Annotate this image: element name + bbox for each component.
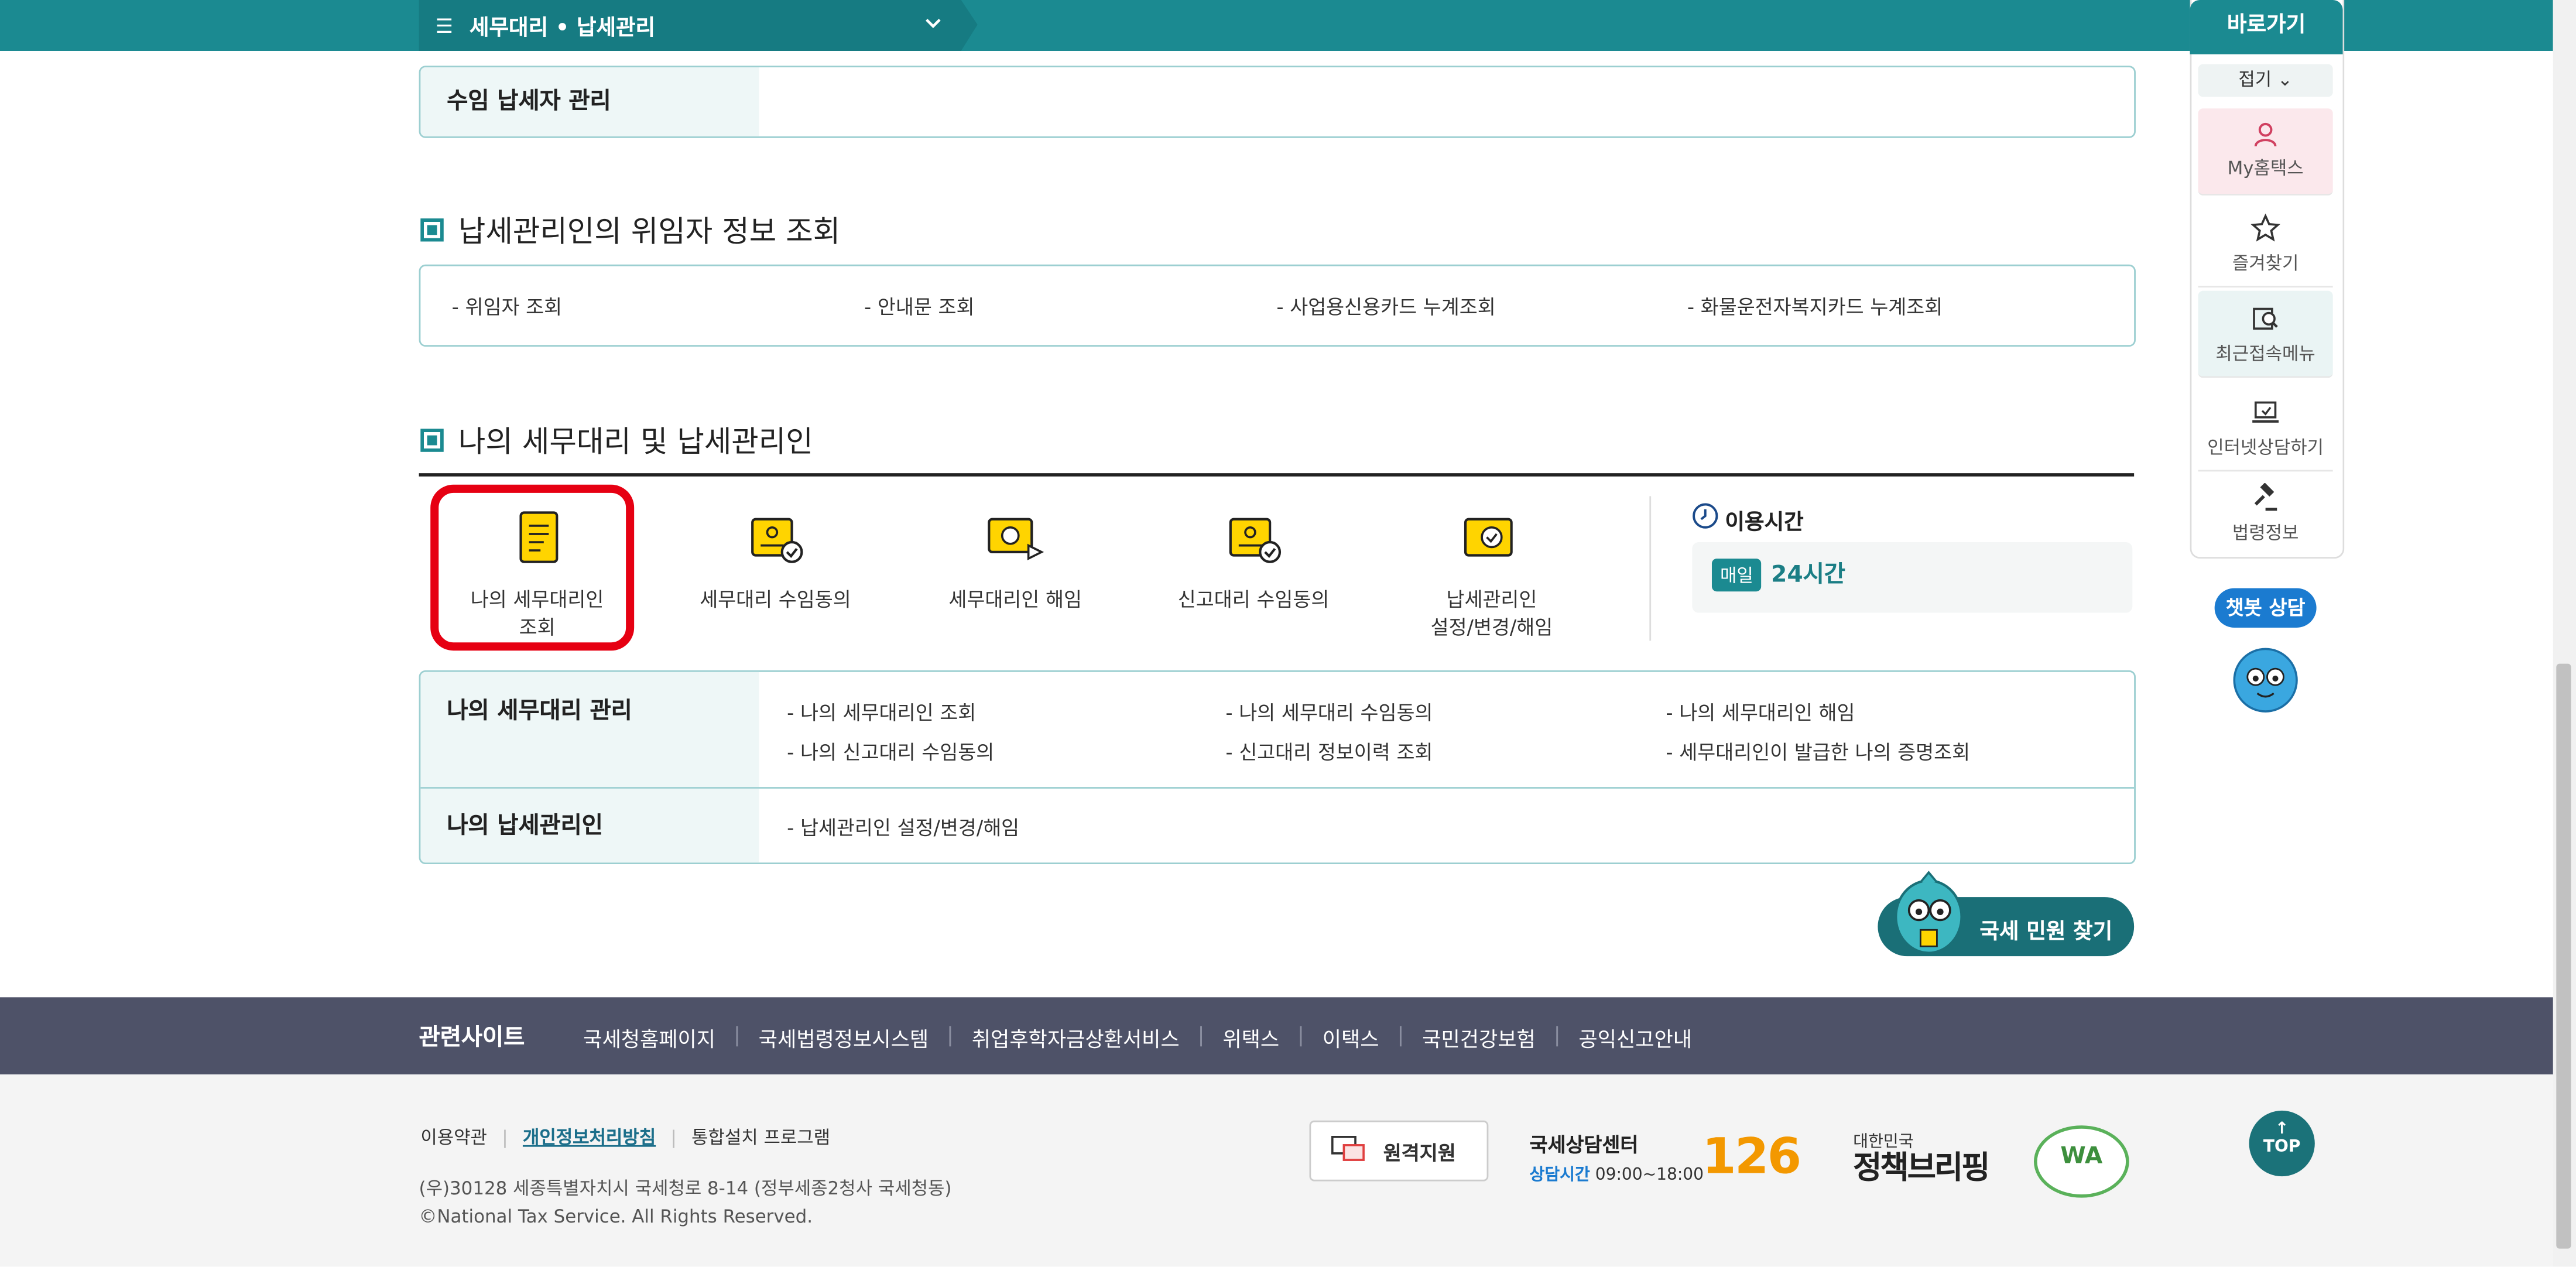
related-link[interactable]: 위택스	[1204, 1022, 1297, 1053]
quick-menu-favorites[interactable]: 즐겨찾기	[2198, 200, 2333, 288]
service-agent-dismiss[interactable]: 세무대리인 해임	[892, 506, 1139, 612]
section-divider	[419, 473, 2135, 477]
menu-dropdown-button[interactable]: ☰ 세무대리 • 납세관리	[419, 0, 978, 51]
user-icon	[2254, 122, 2277, 147]
related-sites-title: 관련사이트	[419, 1025, 525, 1052]
delegator-links-box: - 위임자 조회 - 안내문 조회 - 사업용신용카드 누계조회 - 화물운전자…	[419, 264, 2136, 347]
scrollbar-thumb[interactable]	[2556, 663, 2571, 1249]
highlight-box	[430, 484, 635, 651]
menu-title: 세무대리 • 납세관리	[469, 16, 656, 42]
call-center-number: 126	[1702, 1128, 1801, 1187]
service-label: 세무대리인 해임	[948, 588, 1082, 611]
quick-menu-law-info[interactable]: 법령정보	[2198, 470, 2333, 556]
hours-title: 이용시간	[1692, 503, 1804, 536]
quick-menu-fold-button[interactable]: 접기 ⌄	[2198, 64, 2333, 97]
quick-menu-recent[interactable]: 최근접속메뉴	[2198, 290, 2333, 378]
web-accessibility-mark: WA	[2033, 1125, 2129, 1198]
quick-menu-online-consult[interactable]: 인터넷상담하기	[2198, 385, 2333, 472]
footer-links: 이용약관 | 개인정보처리방침 | 통합설치 프로그램	[420, 1124, 830, 1150]
hours-box: 매일 24시간	[1692, 542, 2133, 613]
link-issued-certificates[interactable]: - 세무대리인이 발급한 나의 증명조회	[1666, 738, 1970, 766]
top-navigation-bar	[0, 0, 2553, 51]
related-link[interactable]: 국세법령정보시스템	[741, 1022, 947, 1053]
row-label-agent-management: 나의 세무대리 관리	[420, 672, 759, 787]
service-tax-manager-settings[interactable]: 납세관리인 설정/변경/해임	[1368, 506, 1615, 641]
chatbot-mascot-icon[interactable]	[2228, 641, 2303, 722]
call-center-hours: 상담시간 09:00~18:00	[1529, 1166, 1704, 1185]
gavel-icon	[2254, 482, 2277, 511]
link-tax-manager-settings[interactable]: - 납세관리인 설정/변경/해임	[787, 813, 1019, 841]
laptop-icon	[2252, 401, 2279, 423]
square-bullet-icon	[420, 218, 444, 242]
square-bullet-icon	[420, 429, 444, 452]
link-my-agent-inquiry[interactable]: - 나의 세무대리인 조회	[787, 698, 976, 727]
footer-bottom: 이용약관 | 개인정보처리방침 | 통합설치 프로그램 (우)30128 세종특…	[0, 1074, 2553, 1267]
managed-taxpayer-label[interactable]: 수임 납세자 관리	[420, 67, 759, 136]
settings-check-icon	[1459, 506, 1525, 571]
quick-menu-my-hometax[interactable]: My홈택스	[2198, 108, 2333, 196]
link-delegator-inquiry[interactable]: - 위임자 조회	[452, 292, 562, 320]
managed-taxpayer-box: 수임 납세자 관리	[419, 66, 2136, 138]
quick-menu-title: 바로가기	[2190, 0, 2343, 54]
chevron-down-icon	[925, 13, 941, 34]
hours-value: 24시간	[1770, 561, 1845, 588]
link-my-report-consent[interactable]: - 나의 신고대리 수임동의	[787, 738, 994, 766]
related-link[interactable]: 국세청홈페이지	[583, 1022, 734, 1053]
star-icon	[2250, 213, 2280, 242]
mascot-icon	[1888, 868, 1969, 966]
link-business-card-total[interactable]: - 사업용신용카드 누계조회	[1276, 292, 1495, 320]
link-freight-card-total[interactable]: - 화물운전자복지카드 누계조회	[1687, 292, 1943, 320]
chatbot-button[interactable]: 챗봇 상담	[2214, 588, 2317, 628]
scroll-check-icon	[742, 506, 808, 571]
related-link[interactable]: 공익신고안내	[1561, 1022, 1710, 1053]
service-label: 납세관리인	[1446, 588, 1537, 611]
policy-briefing-logo[interactable]: 정책브리핑	[1853, 1143, 1990, 1188]
service-report-consent[interactable]: 신고대리 수임동의	[1131, 506, 1377, 612]
footer-related-sites: 관련사이트 국세청홈페이지 | 국세법령정보시스템 | 취업후학자금상환서비스 | 위…	[0, 997, 2553, 1075]
clock-icon	[1692, 503, 1718, 536]
install-program-link[interactable]: 통합설치 프로그램	[691, 1124, 830, 1150]
row-label-tax-manager: 나의 납세관리인	[420, 788, 759, 863]
related-link[interactable]: 이택스	[1304, 1022, 1397, 1053]
link-my-agent-consent[interactable]: - 나의 세무대리 수임동의	[1225, 698, 1433, 727]
scroll-top-button[interactable]: ↑ TOP	[2249, 1110, 2315, 1177]
top-label: TOP	[2263, 1138, 2301, 1157]
link-report-history[interactable]: - 신고대리 정보이력 조회	[1225, 738, 1433, 766]
section-title-my-agent: 나의 세무대리 및 납세관리인	[420, 419, 813, 462]
section-title-delegator: 납세관리인의 위임자 정보 조회	[420, 208, 840, 251]
terms-link[interactable]: 이용약관	[420, 1124, 487, 1150]
call-center-title: 국세상담센터	[1529, 1134, 1639, 1157]
link-notice-inquiry[interactable]: - 안내문 조회	[864, 292, 974, 320]
recent-search-icon	[2253, 307, 2278, 330]
footer-address: (우)30128 세종특별자치시 국세청로 8-14 (정부세종2청사 국세청동…	[419, 1174, 952, 1230]
service-agent-consent[interactable]: 세무대리 수임동의	[652, 506, 899, 612]
link-my-agent-dismiss[interactable]: - 나의 세무대리인 해임	[1666, 698, 1855, 727]
hamburger-icon: ☰	[435, 13, 453, 37]
remote-support-button[interactable]: 원격지원	[1309, 1120, 1489, 1182]
related-link[interactable]: 취업후학자금상환서비스	[954, 1022, 1198, 1053]
service-label: 세무대리 수임동의	[700, 588, 851, 611]
hours-badge: 매일	[1711, 559, 1762, 592]
privacy-link[interactable]: 개인정보처리방침	[523, 1124, 656, 1150]
find-civil-service-button[interactable]: 국세 민원 찾기	[1878, 871, 2135, 957]
service-label-line2: 설정/변경/해임	[1430, 616, 1553, 639]
dismiss-icon	[982, 506, 1048, 571]
agent-management-table: 나의 세무대리 관리 나의 납세관리인 - 나의 세무대리인 조회 - 나의 세…	[419, 670, 2136, 865]
find-button-label: 국세 민원 찾기	[1979, 920, 2113, 945]
scroll-check-icon	[1221, 506, 1286, 571]
related-link[interactable]: 국민건강보험	[1404, 1022, 1553, 1053]
monitor-icon	[1331, 1135, 1367, 1170]
service-label: 신고대리 수임동의	[1177, 588, 1330, 611]
vertical-divider	[1649, 496, 1652, 641]
address-text: (우)30128 세종특별자치시 국세청로 8-14 (정부세종2청사 국세청동…	[419, 1177, 952, 1200]
copyright-text: ©National Tax Service. All Rights Reserv…	[419, 1206, 813, 1228]
related-links: 국세청홈페이지 | 국세법령정보시스템 | 취업후학자금상환서비스 | 위택스 | 이택…	[583, 1022, 1710, 1053]
